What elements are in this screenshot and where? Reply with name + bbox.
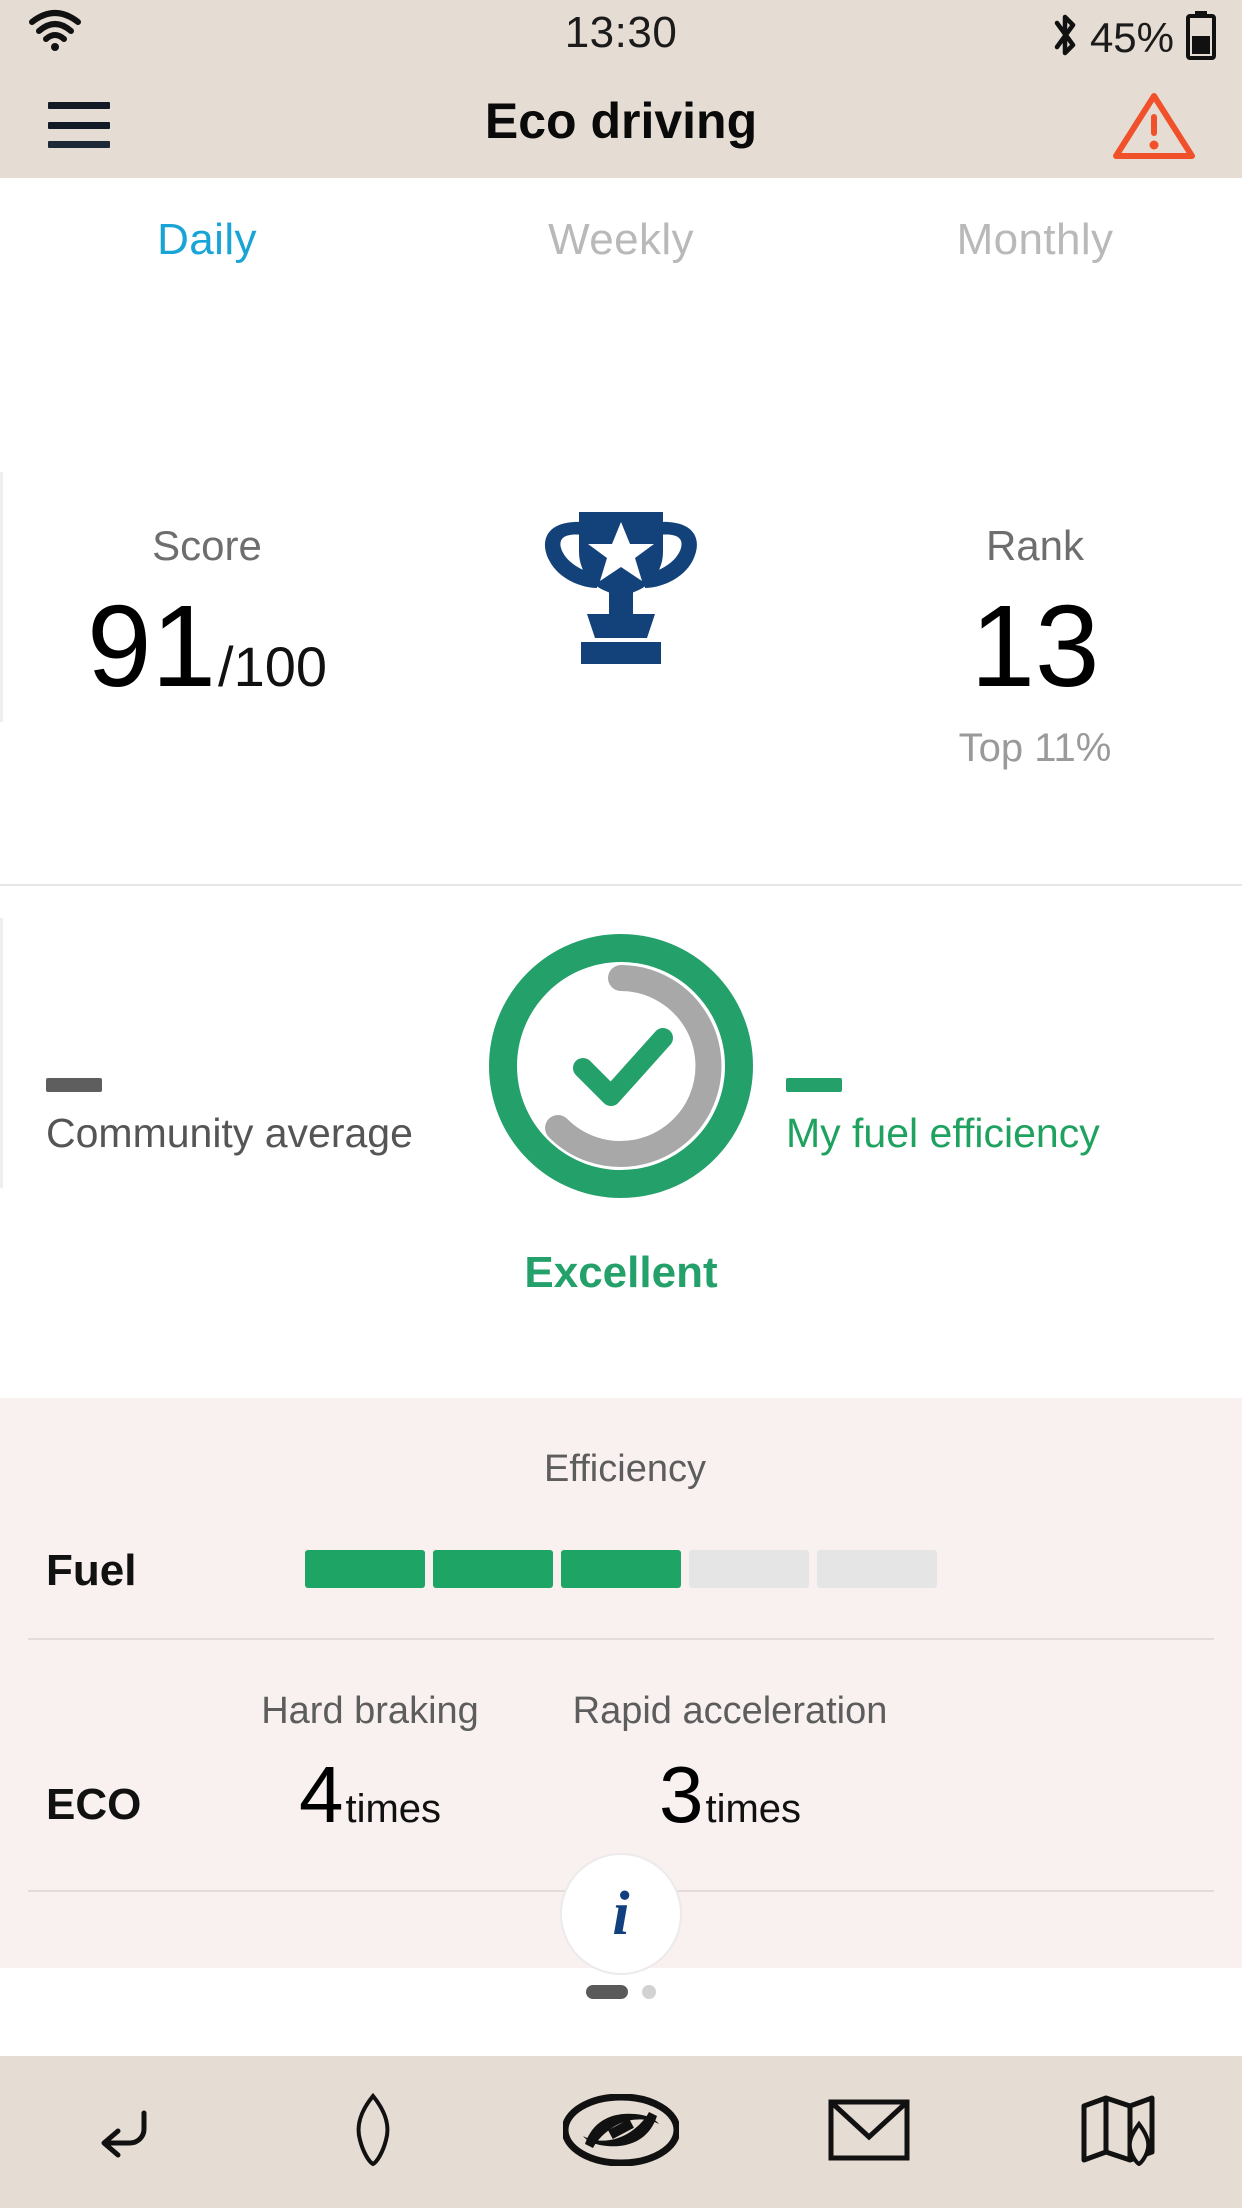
back-icon	[88, 2099, 160, 2166]
nav-back-button[interactable]	[0, 2099, 248, 2166]
legend-community-average: Community average	[46, 1078, 466, 1157]
nav-home-button[interactable]	[497, 2093, 745, 2171]
page-indicator-dot[interactable]	[642, 1985, 656, 1999]
efficiency-segment	[433, 1550, 553, 1588]
efficiency-segment	[689, 1550, 809, 1588]
eco-row: ECO Hard braking 4 times Rapid accelerat…	[0, 1640, 1242, 1890]
mail-icon	[828, 2099, 910, 2166]
score-value: 91	[86, 581, 217, 711]
metric-unit: times	[705, 1787, 802, 1831]
bluetooth-icon	[1050, 11, 1080, 64]
battery-percent-label: 45%	[1089, 13, 1174, 61]
app-header: Eco driving	[0, 72, 1242, 178]
status-right-group: 45%	[1050, 10, 1218, 65]
score-value-group: 91 /100	[0, 588, 414, 704]
page-indicator[interactable]	[0, 1985, 1242, 1999]
nav-location-button[interactable]	[248, 2092, 496, 2173]
metric-rapid-acceleration: Rapid acceleration 3 times	[520, 1690, 940, 1841]
eco-row-label: ECO	[46, 1780, 142, 1829]
metric-value: 3	[658, 1750, 704, 1839]
warning-triangle-icon[interactable]	[1112, 90, 1196, 167]
metric-value: 4	[298, 1750, 344, 1839]
legend-label-my-efficiency: My fuel efficiency	[786, 1110, 1100, 1156]
bottom-navigation-bar	[0, 2056, 1242, 2208]
hyundai-logo-icon	[561, 2093, 681, 2171]
status-bar: 13:30 45%	[0, 0, 1242, 72]
metric-title: Hard braking	[261, 1690, 479, 1732]
efficiency-title: Efficiency	[544, 1448, 706, 1490]
rank-value: 13	[970, 581, 1100, 711]
tab-daily[interactable]: Daily	[0, 178, 414, 302]
battery-icon	[1184, 10, 1218, 65]
trophy-icon	[525, 504, 717, 681]
legend-my-fuel-efficiency: My fuel efficiency	[786, 1078, 1206, 1157]
metric-title: Rapid acceleration	[572, 1690, 888, 1732]
fuel-row: Fuel Efficiency	[0, 1398, 1242, 1638]
rank-percentile: Top 11%	[958, 726, 1112, 770]
score-block: Score 91 /100	[0, 302, 414, 704]
efficiency-segment	[817, 1550, 937, 1588]
gauge-status-label: Excellent	[524, 1248, 718, 1297]
metric-hard-braking: Hard braking 4 times	[160, 1690, 580, 1841]
fuel-efficiency-gauge-card: Community average My fuel efficiency Exc…	[0, 888, 1242, 1398]
period-tabs: Daily Weekly Monthly	[0, 178, 1242, 302]
legend-label-community: Community average	[46, 1110, 413, 1156]
page-indicator-active[interactable]	[586, 1985, 628, 1999]
score-max: /100	[218, 635, 328, 698]
rank-block: Rank 13 Top 11%	[828, 302, 1242, 771]
app-root: 13:30 45% Eco driving Daily Weekly Month…	[0, 0, 1242, 2208]
legend-swatch-community	[46, 1078, 102, 1092]
page-title: Eco driving	[484, 93, 758, 149]
section-divider	[0, 884, 1242, 886]
left-edge-divider-2	[0, 918, 3, 1188]
location-pin-icon	[348, 2092, 398, 2173]
efficiency-segment	[305, 1550, 425, 1588]
metric-value-group: 4 times	[160, 1749, 580, 1841]
gauge-chart	[471, 916, 771, 1221]
efficiency-segment	[561, 1550, 681, 1588]
tab-weekly[interactable]: Weekly	[414, 178, 828, 302]
legend-swatch-my-efficiency	[786, 1078, 842, 1092]
metric-unit: times	[345, 1787, 442, 1831]
nav-mail-button[interactable]	[745, 2099, 993, 2166]
map-icon	[1079, 2094, 1157, 2171]
score-label: Score	[152, 522, 262, 569]
score-rank-card: Score 91 /100 Rank 13 Top 11%	[0, 302, 1242, 886]
fuel-row-label: Fuel	[46, 1546, 137, 1595]
rank-label: Rank	[985, 522, 1085, 569]
nav-map-button[interactable]	[994, 2094, 1242, 2171]
efficiency-segment-bar	[305, 1550, 937, 1588]
tab-monthly[interactable]: Monthly	[828, 178, 1242, 302]
info-button[interactable]: i	[562, 1855, 680, 1973]
metric-value-group: 3 times	[520, 1749, 940, 1841]
